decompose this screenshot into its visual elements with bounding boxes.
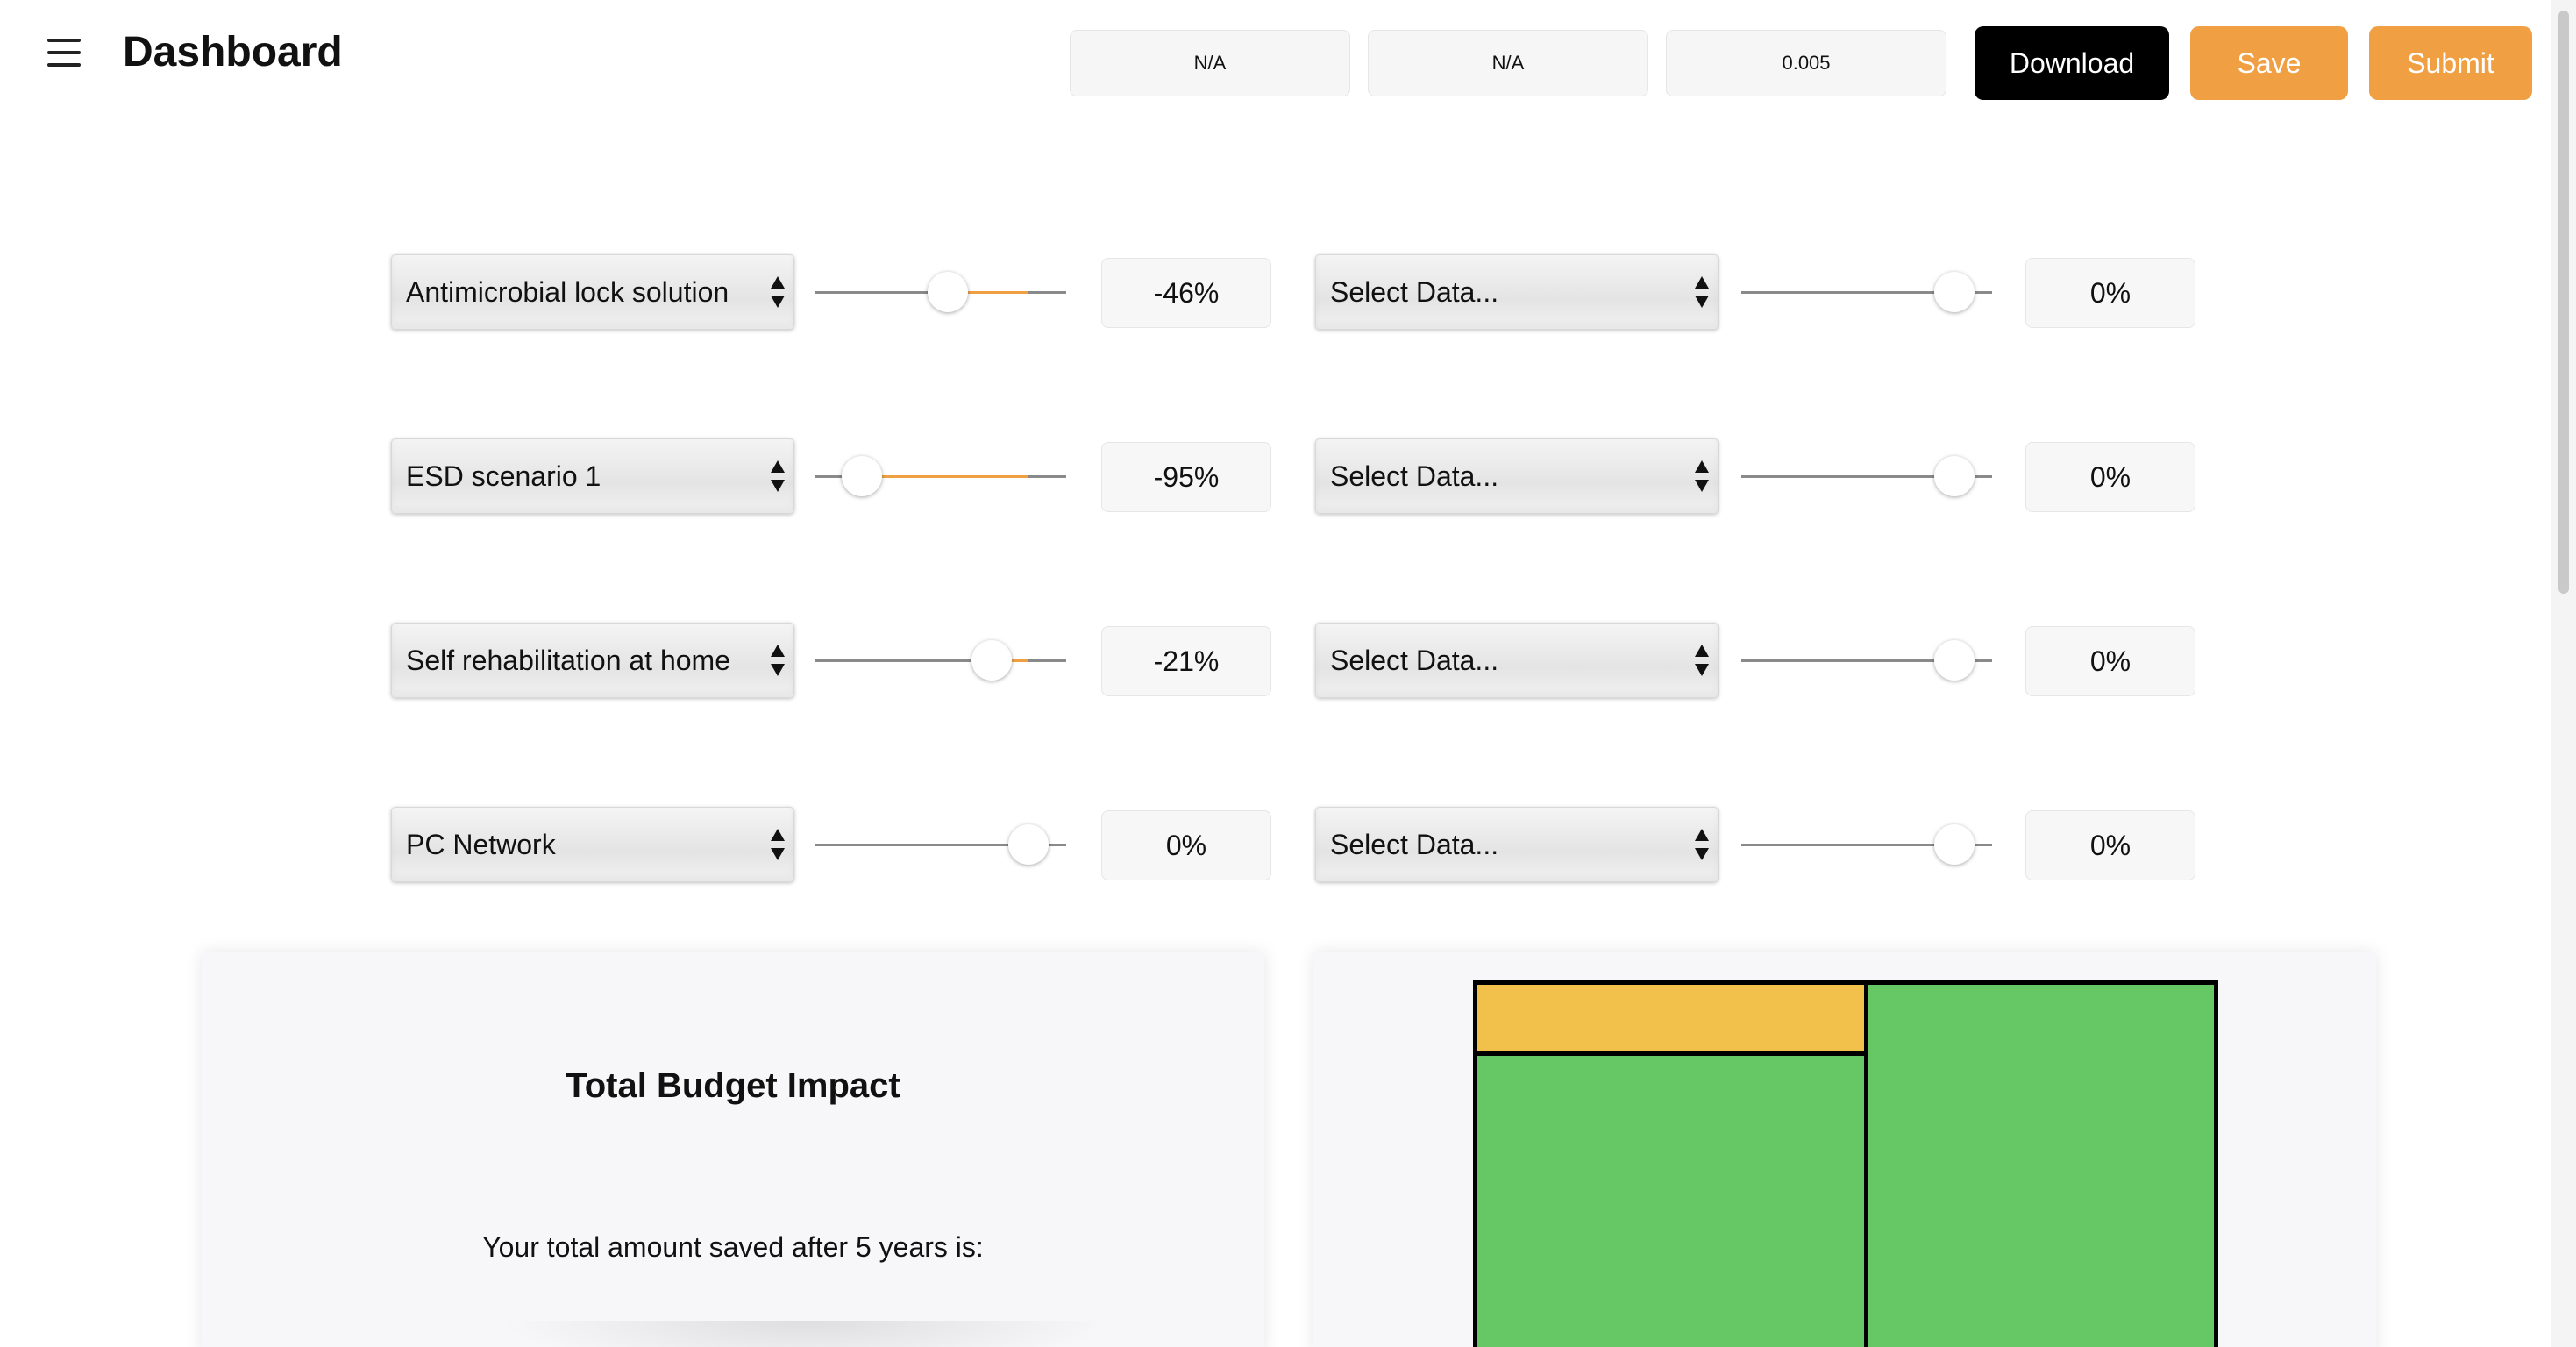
- data-select-label: Select Data...: [1330, 828, 1499, 860]
- data-select-2[interactable]: Select Data...: [1315, 438, 1719, 514]
- data-percent-4: 0%: [2025, 810, 2195, 880]
- scenario-select-label: ESD scenario 1: [406, 460, 601, 492]
- slider-thumb[interactable]: [1934, 456, 1975, 496]
- scenario-percent-1: -46%: [1101, 258, 1271, 328]
- data-select-label: Select Data...: [1330, 460, 1499, 492]
- data-select-1[interactable]: Select Data...: [1315, 254, 1719, 330]
- slider-thumb[interactable]: [971, 640, 1012, 681]
- data-slider-2[interactable]: [1741, 455, 1992, 497]
- budget-impact-title: Total Budget Impact: [566, 1066, 900, 1105]
- scenario-select-label: Self rehabilitation at home: [406, 644, 730, 676]
- treemap-tile-yellow: [1473, 980, 1868, 1056]
- treemap-tile-green-left: [1473, 1051, 1868, 1347]
- slider-thumb[interactable]: [842, 456, 882, 496]
- select-arrows-icon: [771, 276, 785, 308]
- download-button[interactable]: Download: [1975, 26, 2169, 100]
- slider-thumb[interactable]: [928, 272, 968, 312]
- submit-button[interactable]: Submit: [2369, 26, 2532, 100]
- info-box-1: N/A: [1070, 30, 1350, 96]
- slider-thumb[interactable]: [1934, 824, 1975, 865]
- scenario-select-2[interactable]: ESD scenario 1: [391, 438, 794, 514]
- budget-impact-panel: Total Budget Impact Your total amount sa…: [202, 952, 1264, 1347]
- scenario-percent-3: -21%: [1101, 626, 1271, 696]
- slider-thumb[interactable]: [1934, 640, 1975, 681]
- slider-thumb[interactable]: [1934, 272, 1975, 312]
- scenario-select-label: PC Network: [406, 828, 556, 860]
- data-percent-3: 0%: [2025, 626, 2195, 696]
- scenario-percent-4: 0%: [1101, 810, 1271, 880]
- dashboard-page: Dashboard N/A N/A 0.005 Download Save Su…: [0, 0, 2576, 1347]
- scrollbar-thumb[interactable]: [2558, 11, 2569, 594]
- scenario-select-1[interactable]: Antimicrobial lock solution: [391, 254, 794, 330]
- data-select-label: Select Data...: [1330, 644, 1499, 676]
- scrollbar[interactable]: [2551, 0, 2576, 1347]
- treemap: [1473, 980, 2218, 1347]
- scenario-select-4[interactable]: PC Network: [391, 807, 794, 882]
- data-percent-1: 0%: [2025, 258, 2195, 328]
- select-arrows-icon: [771, 460, 785, 492]
- select-arrows-icon: [771, 829, 785, 860]
- scenario-percent-2: -95%: [1101, 442, 1271, 512]
- scenario-select-label: Antimicrobial lock solution: [406, 275, 729, 308]
- select-arrows-icon: [1695, 460, 1709, 492]
- data-select-3[interactable]: Select Data...: [1315, 623, 1719, 698]
- treemap-tile-green-right: [1864, 980, 2218, 1347]
- info-box-2: N/A: [1368, 30, 1648, 96]
- scenario-slider-4[interactable]: [815, 823, 1066, 866]
- select-arrows-icon: [1695, 645, 1709, 676]
- info-box-3: 0.005: [1666, 30, 1946, 96]
- panel-shadow: [500, 1321, 1114, 1347]
- slider-thumb[interactable]: [1008, 824, 1049, 865]
- data-select-label: Select Data...: [1330, 275, 1499, 308]
- data-slider-3[interactable]: [1741, 639, 1992, 681]
- page-title: Dashboard: [123, 29, 343, 75]
- select-arrows-icon: [1695, 276, 1709, 308]
- scenario-slider-1[interactable]: [815, 271, 1066, 313]
- save-button[interactable]: Save: [2190, 26, 2348, 100]
- data-slider-1[interactable]: [1741, 271, 1992, 313]
- budget-impact-text: Your total amount saved after 5 years is…: [482, 1231, 984, 1263]
- scenario-select-3[interactable]: Self rehabilitation at home: [391, 623, 794, 698]
- scenario-slider-2[interactable]: [815, 455, 1066, 497]
- data-slider-4[interactable]: [1741, 823, 1992, 866]
- data-select-4[interactable]: Select Data...: [1315, 807, 1719, 882]
- data-percent-2: 0%: [2025, 442, 2195, 512]
- select-arrows-icon: [771, 645, 785, 676]
- hamburger-menu-icon[interactable]: [47, 35, 81, 70]
- select-arrows-icon: [1695, 829, 1709, 860]
- scenario-slider-3[interactable]: [815, 639, 1066, 681]
